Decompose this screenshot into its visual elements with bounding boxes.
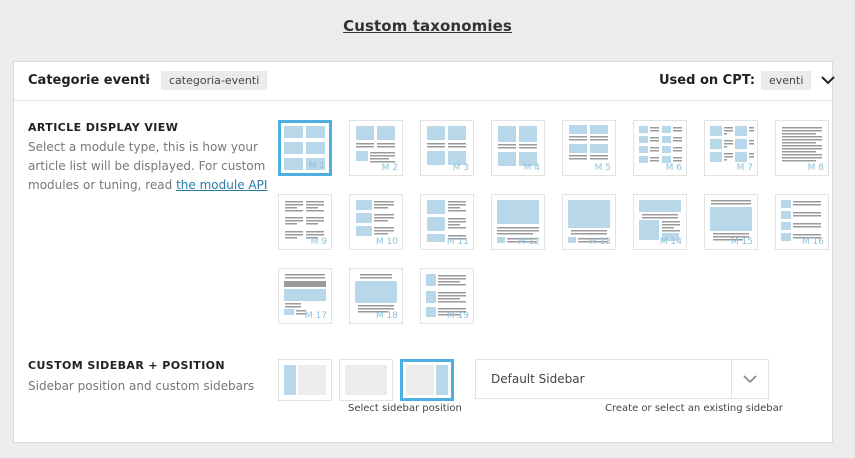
sidebar-position-caption: Select sidebar position [348, 403, 462, 414]
module-label: M 14 [659, 237, 682, 247]
page-title: Custom taxonomies [343, 17, 512, 35]
module-option[interactable]: M 4 [491, 120, 545, 176]
module-option[interactable]: M 17 [278, 268, 332, 324]
cpt-label: Used on CPT: [659, 73, 756, 88]
article-view-title: ARTICLE DISPLAY VIEW [28, 121, 179, 134]
module-option[interactable]: M 11 [420, 194, 474, 250]
sidebar-select-caption: Create or select an existing sidebar [605, 403, 783, 414]
module-label: M 6 [665, 163, 682, 173]
breadcrumb-arrow: › [145, 72, 151, 87]
module-option[interactable]: M 1 [278, 120, 332, 176]
module-option[interactable]: M 2 [349, 120, 403, 176]
module-grid: M 1 M 2 M 3 M 4 M 5 M 6 M 7 M 8 M 9 M 10 M 11 M 12 M… [278, 120, 838, 330]
sidebar-select[interactable]: Default Sidebar [475, 359, 769, 399]
module-api-link[interactable]: the module API [176, 178, 267, 192]
module-label: M 15 [730, 237, 753, 247]
taxonomy-name: Categorie eventi [28, 73, 150, 88]
module-option[interactable]: M 16 [775, 194, 829, 250]
panel-header[interactable]: Categorie eventi › categoria-eventi Used… [14, 62, 835, 101]
sidebar-title: CUSTOM SIDEBAR + POSITION [28, 359, 226, 372]
taxonomy-panel: Categorie eventi › categoria-eventi Used… [13, 61, 835, 443]
module-label: M 11 [446, 237, 469, 247]
module-label: M 3 [452, 163, 469, 173]
module-label: M 18 [375, 311, 398, 321]
module-option[interactable]: M 13 [562, 194, 616, 250]
module-label: M 9 [310, 237, 327, 247]
module-label: M 13 [588, 237, 611, 247]
module-option[interactable]: M 5 [562, 120, 616, 176]
sidebar-select-toggle[interactable] [731, 360, 768, 398]
module-label: M 1 [308, 161, 325, 171]
module-label: M 12 [517, 237, 540, 247]
module-option[interactable]: M 15 [704, 194, 758, 250]
module-label: M 2 [381, 163, 398, 173]
module-label: M 4 [523, 163, 540, 173]
module-label: M 17 [304, 311, 327, 321]
module-label: M 16 [801, 237, 824, 247]
sidebar-select-value: Default Sidebar [491, 372, 585, 386]
sidebar-description: Sidebar position and custom sidebars [28, 379, 255, 393]
module-label: M 8 [807, 163, 824, 173]
module-option[interactable]: M 12 [491, 194, 545, 250]
article-view-description: Select a module type, this is how your a… [28, 140, 268, 192]
module-option[interactable]: M 18 [349, 268, 403, 324]
module-option[interactable]: M 6 [633, 120, 687, 176]
module-option[interactable]: M 9 [278, 194, 332, 250]
module-option[interactable]: M 3 [420, 120, 474, 176]
module-option[interactable]: M 19 [420, 268, 474, 324]
taxonomy-slug-badge: categoria-eventi [161, 71, 268, 90]
module-label: M 19 [446, 311, 469, 321]
module-label: M 7 [736, 163, 753, 173]
module-label: M 10 [375, 237, 398, 247]
chevron-down-icon[interactable] [820, 72, 836, 88]
cpt-badge: eventi [761, 71, 812, 90]
chevron-down-icon [743, 375, 757, 384]
sidebar-position-left[interactable] [278, 359, 332, 401]
module-option[interactable]: M 10 [349, 194, 403, 250]
sidebar-position-none[interactable] [339, 359, 393, 401]
module-option[interactable]: M 8 [775, 120, 829, 176]
module-option[interactable]: M 7 [704, 120, 758, 176]
module-option[interactable]: M 14 [633, 194, 687, 250]
module-label: M 5 [594, 163, 611, 173]
sidebar-position-right[interactable] [400, 359, 454, 401]
